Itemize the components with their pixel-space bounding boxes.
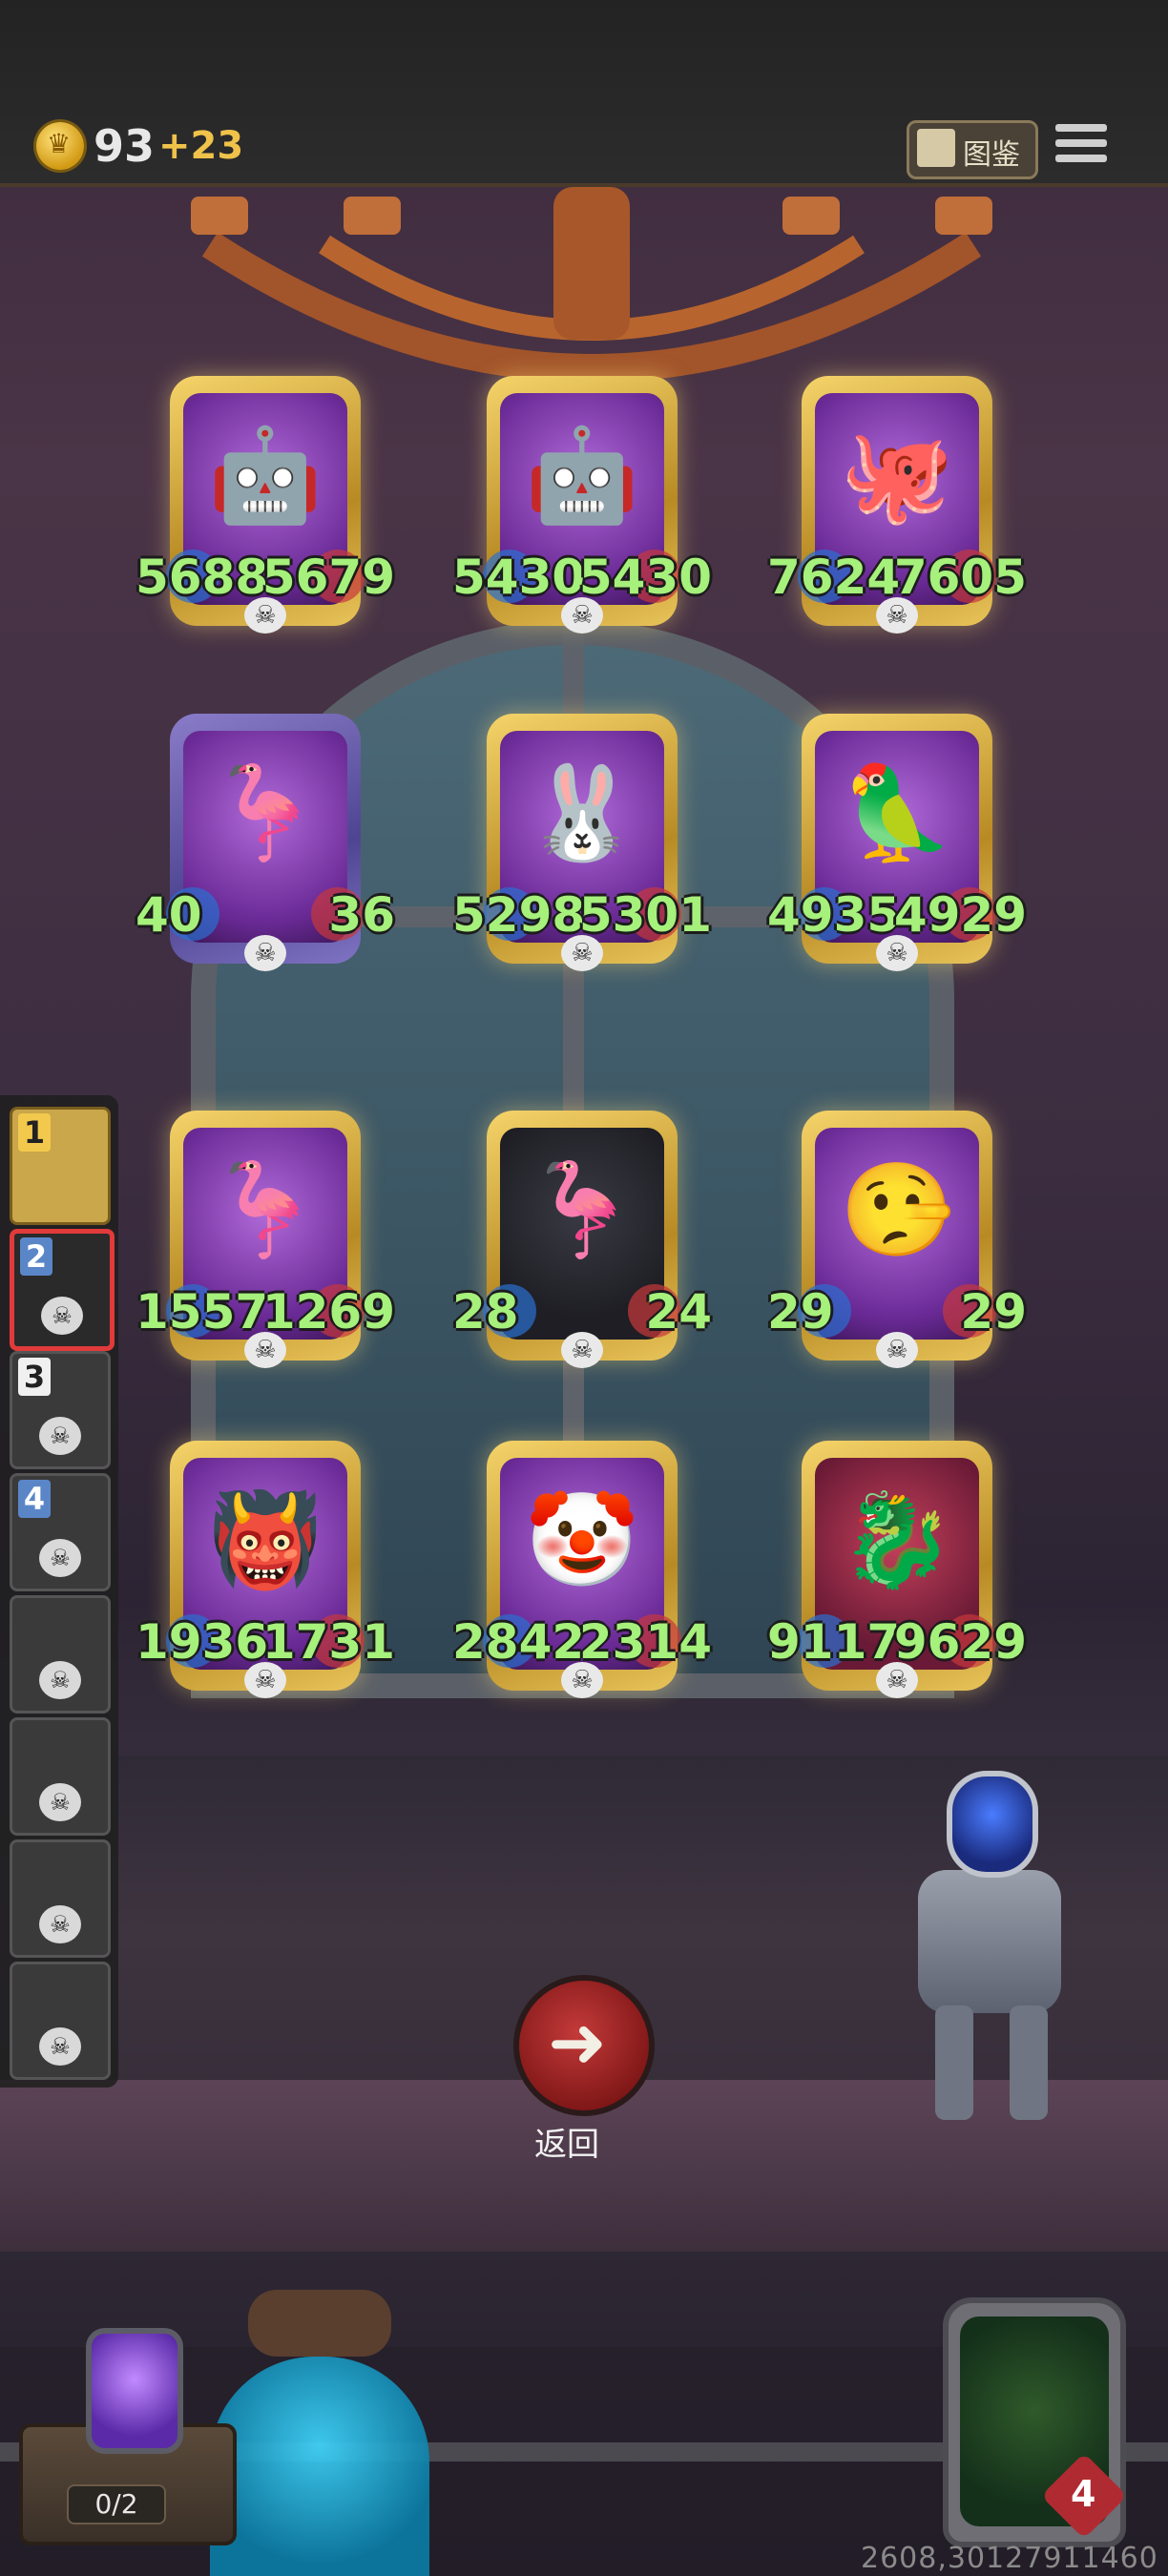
minion-art-icon: 👹 xyxy=(208,1486,323,1593)
minion-art-icon: 🤥 xyxy=(840,1156,954,1263)
health-value: 1269 xyxy=(261,1284,395,1340)
health-value: 36 xyxy=(328,887,395,943)
potion-bottle xyxy=(210,2290,429,2576)
skull-icon: ☠ xyxy=(561,1332,603,1368)
minion-art-icon: 🦩 xyxy=(208,1156,323,1263)
health-value: 5301 xyxy=(578,887,712,943)
gold-amount: 93 xyxy=(94,120,156,172)
parrot-card[interactable]: 🦜 ☠ 4935 4929 xyxy=(767,714,1027,971)
minion-art-icon: 🐙 xyxy=(840,422,954,529)
coordinate-readout: 2608,30127911460 xyxy=(861,2542,1158,2575)
game-scene: 93 +23 图鉴 🤖☠56885679🤖☠54305430🐙☠76247605… xyxy=(0,0,1168,2576)
codex-button[interactable]: 图鉴 xyxy=(907,120,1038,179)
minion-art-icon: 🐉 xyxy=(840,1486,954,1593)
back-button[interactable]: ➜ xyxy=(513,1975,655,2116)
minion-art-icon: 🐰 xyxy=(525,759,639,866)
attack-value: 5298 xyxy=(452,887,586,943)
roster-slot[interactable]: ☠ xyxy=(10,1717,111,1836)
roster-slot[interactable]: 4 ☠ xyxy=(10,1473,111,1591)
codex-label: 图鉴 xyxy=(963,138,1020,172)
skull-icon: ☠ xyxy=(876,1332,918,1368)
attack-value: 40 xyxy=(136,887,202,943)
health-value: 29 xyxy=(960,1284,1027,1340)
skull-icon: ☠ xyxy=(39,1783,81,1821)
slot-number: 4 xyxy=(18,1480,51,1518)
hamburger-menu-icon[interactable] xyxy=(1055,120,1107,170)
chest-counter: 0/2 xyxy=(67,2484,166,2524)
attack-value: 1936 xyxy=(136,1614,269,1670)
roster-slot[interactable]: ☠ xyxy=(10,1595,111,1714)
health-value: 5679 xyxy=(261,550,395,605)
attack-value: 4935 xyxy=(767,887,901,943)
minion-art-icon: 🦜 xyxy=(840,759,954,866)
codex-book-icon xyxy=(917,129,955,167)
roster-slot[interactable]: 3 ☠ xyxy=(10,1351,111,1469)
roster-slot[interactable]: 2 ☠ xyxy=(10,1229,115,1351)
attack-value: 1557 xyxy=(136,1284,269,1340)
roster-slot[interactable]: 1 xyxy=(10,1107,111,1225)
horned-beast-card[interactable]: 👹 ☠ 1936 1731 xyxy=(136,1441,395,1698)
pelican-card[interactable]: 🦩 ☠ 28 24 xyxy=(452,1111,712,1368)
minion-art-icon: 🦩 xyxy=(525,1156,639,1263)
attack-value: 5430 xyxy=(452,550,586,605)
attack-value: 2842 xyxy=(452,1614,586,1670)
lives-count: 4 xyxy=(1071,2473,1096,2515)
minion-art-icon: 🤖 xyxy=(208,422,323,529)
top-bar: 93 +23 图鉴 xyxy=(0,0,1168,187)
masked-rabbit-card[interactable]: 🐰 ☠ 5298 5301 xyxy=(452,714,712,971)
skull-icon: ☠ xyxy=(41,1297,83,1335)
skull-icon: ☠ xyxy=(39,1661,81,1699)
pelican-card[interactable]: 🦩 ☠ 1557 1269 xyxy=(136,1111,395,1368)
health-value: 1731 xyxy=(261,1614,395,1670)
minion-art-icon: 🦩 xyxy=(208,759,323,866)
health-value: 9629 xyxy=(893,1614,1027,1670)
clown-card[interactable]: 🤡 ☠ 2842 2314 xyxy=(452,1441,712,1698)
attack-value: 7624 xyxy=(767,550,901,605)
health-value: 5430 xyxy=(578,550,712,605)
pelican-card[interactable]: 🦩 ☠ 40 36 xyxy=(136,714,395,971)
golden-robot-card[interactable]: 🤖 ☠ 5430 5430 xyxy=(452,376,712,634)
health-value: 7605 xyxy=(893,550,1027,605)
red-dragon-card[interactable]: 🐉 ☠ 9117 9629 xyxy=(767,1441,1027,1698)
skull-icon: ☠ xyxy=(39,2027,81,2066)
crown-coin-icon xyxy=(36,122,84,170)
hero-robot[interactable] xyxy=(866,1765,1115,2128)
slot-number: 3 xyxy=(18,1358,51,1396)
attack-value: 28 xyxy=(452,1284,519,1340)
arrow-left-icon: ➜ xyxy=(548,2002,608,2084)
health-value: 2314 xyxy=(578,1614,712,1670)
skull-icon: ☠ xyxy=(244,935,286,971)
octopus-pirate-card[interactable]: 🐙 ☠ 7624 7605 xyxy=(767,376,1027,634)
skull-icon: ☠ xyxy=(39,1539,81,1577)
gem-icon xyxy=(86,2328,183,2454)
attack-value: 29 xyxy=(767,1284,834,1340)
golden-robot-card[interactable]: 🤖 ☠ 5688 5679 xyxy=(136,376,395,634)
back-label: 返回 xyxy=(534,2126,599,2164)
hero-helmet-icon xyxy=(947,1771,1038,1878)
opponent-roster: 1 2 ☠ 3 ☠ 4 ☠ ☠ ☠ ☠ ☠ xyxy=(0,1095,118,2088)
attack-value: 9117 xyxy=(767,1614,901,1670)
slot-number: 1 xyxy=(18,1113,51,1152)
roster-slot[interactable]: ☠ xyxy=(10,1839,111,1958)
minion-art-icon: 🤡 xyxy=(525,1486,639,1593)
puppet-card[interactable]: 🤥 ☠ 29 29 xyxy=(767,1111,1027,1368)
attack-value: 5688 xyxy=(136,550,269,605)
health-value: 24 xyxy=(645,1284,712,1340)
roster-slot[interactable]: ☠ xyxy=(10,1962,111,2080)
slot-number: 2 xyxy=(20,1237,52,1276)
skull-icon: ☠ xyxy=(39,1905,81,1943)
minion-art-icon: 🤖 xyxy=(525,422,639,529)
skull-icon: ☠ xyxy=(39,1417,81,1455)
gold-income: +23 xyxy=(158,124,244,168)
health-value: 4929 xyxy=(893,887,1027,943)
